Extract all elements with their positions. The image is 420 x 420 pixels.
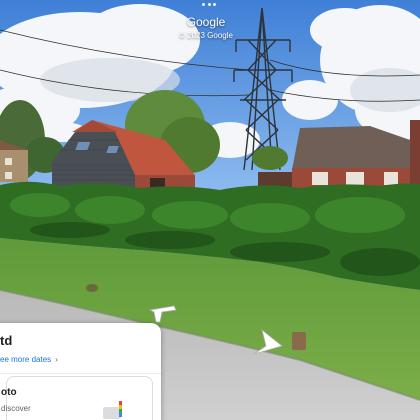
photo-card-title: oto (1, 387, 17, 398)
google-watermark: Google © 2023 Google (0, 14, 412, 42)
nav-arrow-back[interactable] (148, 302, 178, 324)
card-divider (0, 373, 161, 374)
card-title: td (0, 333, 13, 348)
copyright-text: © 2023 Google (179, 31, 233, 40)
street-view-viewport[interactable]: Google © 2023 Google td ee more dates › o… (0, 0, 420, 420)
see-more-dates-link[interactable]: ee more dates › (0, 355, 58, 364)
photo-card[interactable]: oto discover (1, 376, 153, 420)
photo-card-subtitle: discover (1, 404, 31, 413)
chevron-right-icon: › (55, 355, 58, 364)
menu-dots-icon (202, 3, 216, 7)
see-more-dates-label: ee more dates (0, 355, 52, 364)
nav-arrow-forward[interactable] (250, 328, 284, 356)
google-brand: Google (186, 15, 226, 29)
wooden-post (292, 332, 306, 350)
photo-stack-icon (103, 401, 122, 419)
